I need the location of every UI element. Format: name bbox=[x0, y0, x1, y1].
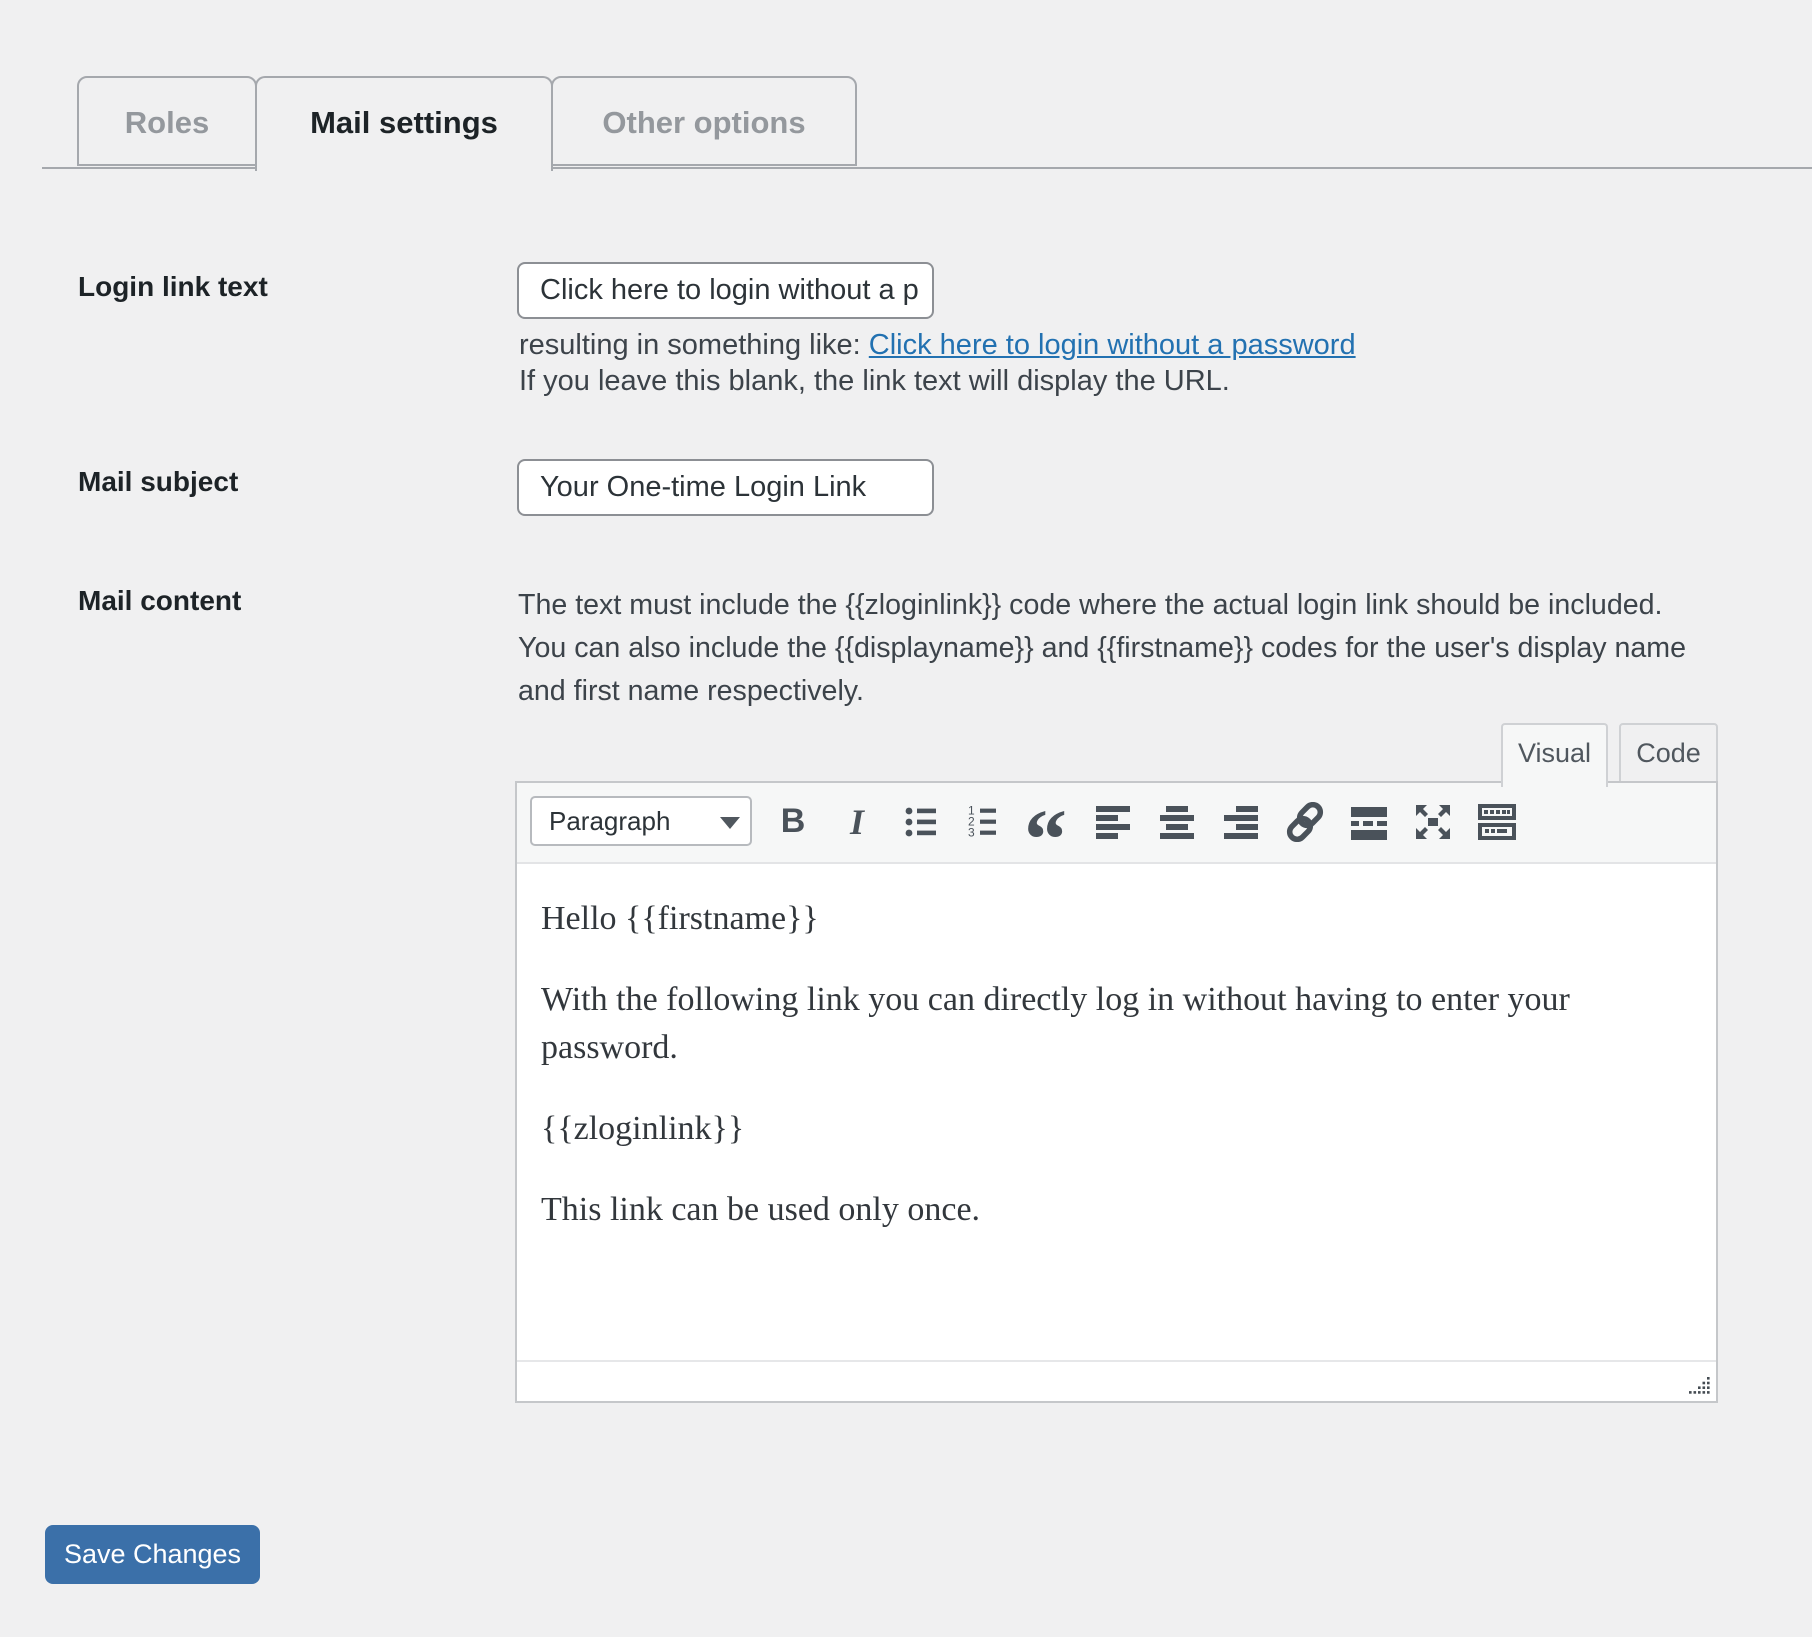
svg-text:3: 3 bbox=[968, 825, 975, 839]
